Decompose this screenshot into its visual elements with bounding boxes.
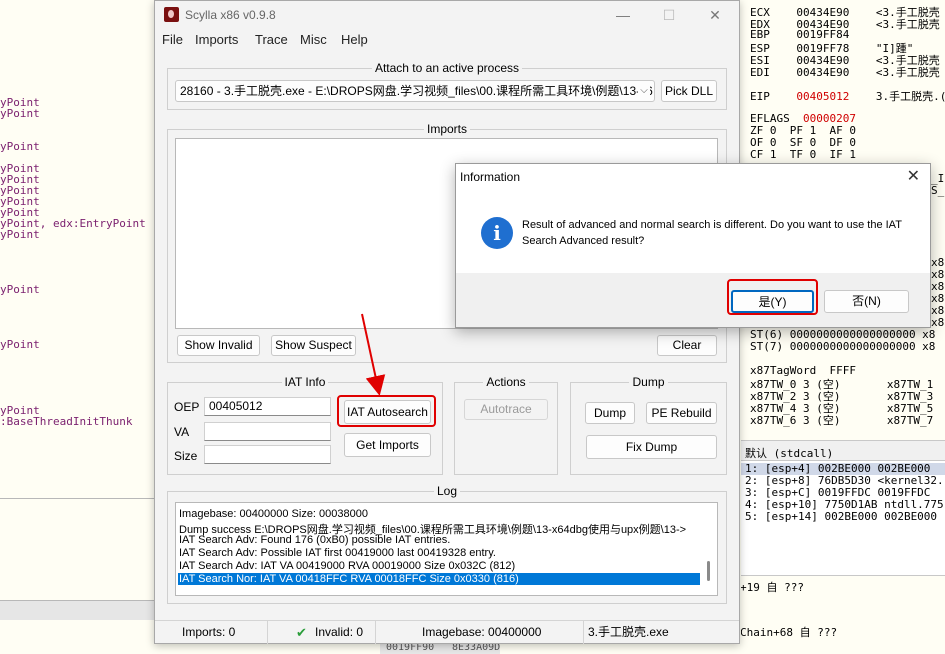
size-label: Size (174, 449, 198, 463)
clear-button[interactable]: Clear (657, 335, 717, 356)
close-button[interactable]: ✕ (695, 5, 735, 25)
minimize-button[interactable]: — (603, 5, 643, 25)
status-invalid-count: Invalid: 0 (315, 625, 364, 639)
log-entry-selected[interactable]: IAT Search Nor: IAT VA 00418FFC RVA 0001… (178, 573, 700, 585)
chevron-down-icon: ⌵ (638, 81, 650, 101)
dialog-title: Information (460, 170, 521, 184)
panel-tabstrip (0, 600, 155, 620)
dialog-message: Result of advanced and normal search is … (522, 219, 902, 247)
actions-group: Actions (454, 375, 558, 475)
process-dropdown[interactable]: 28160 - 3.手工脱壳.exe - E:\DROPS网盘.学习视频_fil… (175, 80, 655, 102)
disasm-line: yPoint (0, 283, 40, 296)
background-disassembly-panel: yPoint yPoint yPoint yPoint yPoint yPoin… (0, 0, 155, 654)
title-bar[interactable]: Scylla x86 v0.9.8 — ☐ ✕ (155, 1, 739, 29)
information-dialog: Information ✕ i Result of advanced and n… (455, 163, 931, 328)
status-invalid: ✔ Invalid: 0 (268, 621, 376, 644)
stack-row[interactable]: 5: [esp+14] 002BE000 002BE000 (745, 510, 937, 523)
va-input[interactable] (204, 422, 331, 441)
disasm-line: :BaseThreadInitThunk (0, 415, 133, 428)
calling-convention-label: 默认 (stdcall) (745, 447, 834, 460)
log-entry[interactable]: Imagebase: 00400000 Size: 00038000 (179, 508, 368, 520)
actions-label: Actions (483, 375, 529, 389)
info-icon: i (481, 217, 513, 249)
imports-label: Imports (423, 122, 470, 136)
reference-line: +19 自 ??? (741, 581, 804, 594)
register-row-eip: EIP 00405012 3.手工脱壳.( (750, 90, 945, 103)
attach-process-label: Attach to an active process (371, 61, 523, 75)
selected-process: 28160 - 3.手工脱壳.exe - E:\DROPS网盘.学习视频_fil… (180, 84, 653, 98)
stack-calling-convention-header[interactable]: 默认 (stdcall) (741, 440, 945, 460)
get-imports-button[interactable]: Get Imports (344, 433, 431, 457)
log-listbox[interactable]: Imagebase: 00400000 Size: 00038000 Dump … (175, 502, 718, 596)
disasm-line: yPoint (0, 107, 40, 120)
annotation-highlight-iat-autosearch (337, 395, 436, 427)
menu-file[interactable]: File (162, 32, 183, 47)
show-invalid-button[interactable]: Show Invalid (177, 335, 260, 356)
disasm-line: yPoint (0, 338, 40, 351)
status-bar: Imports: 0 ✔ Invalid: 0 Imagebase: 00400… (155, 620, 739, 644)
panel-divider (0, 498, 155, 502)
oep-label: OEP (174, 400, 200, 414)
disasm-line: yPoint (0, 228, 40, 241)
menu-imports[interactable]: Imports (195, 32, 238, 47)
menu-help[interactable]: Help (341, 32, 368, 47)
scrollbar-thumb[interactable] (707, 561, 710, 581)
log-label: Log (433, 484, 461, 498)
fix-dump-button[interactable]: Fix Dump (586, 435, 717, 459)
status-imports-count: Imports: 0 (155, 621, 268, 644)
dump-group-label: Dump (629, 375, 668, 389)
dialog-button-bar: 是(Y) 否(N) (456, 273, 930, 327)
menu-trace[interactable]: Trace (255, 32, 288, 47)
menu-misc[interactable]: Misc (300, 32, 327, 47)
window-title: Scylla x86 v0.9.8 (185, 8, 276, 22)
log-entry[interactable]: IAT Search Adv: Possible IAT first 00419… (179, 547, 496, 559)
log-scrollbar[interactable] (703, 505, 715, 593)
register-row: EDI 00434E90 <3.手工脱壳 (750, 66, 940, 79)
maximize-button[interactable]: ☐ (649, 5, 689, 25)
background-bottom-panel: +19 自 ??? Chain+68 自 ??? (741, 575, 945, 654)
fpu-row: ST(7) 0000000000000000000 x8 (750, 340, 936, 353)
dump-button[interactable]: Dump (585, 402, 635, 424)
menu-bar: File Imports Trace Misc Help (155, 29, 739, 51)
autotrace-button[interactable]: Autotrace (464, 399, 548, 420)
register-fragment: S_B (931, 184, 945, 197)
dialog-close-icon[interactable]: ✕ (907, 166, 920, 186)
pick-dll-button[interactable]: Pick DLL (661, 80, 717, 102)
tagword-row: x87TW_6 3 (空) x87TW_7 (750, 414, 934, 427)
no-button[interactable]: 否(N) (824, 290, 909, 313)
pe-rebuild-button[interactable]: PE Rebuild (646, 402, 717, 424)
va-label: VA (174, 425, 190, 439)
disasm-line: yPoint (0, 140, 40, 153)
size-input[interactable] (204, 445, 331, 464)
oep-input[interactable]: 00405012 (204, 397, 331, 416)
show-suspect-button[interactable]: Show Suspect (271, 335, 356, 356)
status-imagebase: Imagebase: 00400000 (376, 621, 584, 644)
annotation-highlight-yes-button (727, 279, 818, 315)
stack-arguments-panel: 1: [esp+4] 002BE000 002BE000 2: [esp+8] … (741, 460, 945, 575)
iat-info-label: IAT Info (281, 375, 329, 389)
check-icon: ✔ (296, 625, 307, 640)
log-entry[interactable]: IAT Search Adv: IAT VA 00419000 RVA 0001… (179, 560, 515, 572)
scylla-app-icon (164, 7, 179, 22)
log-entry[interactable]: IAT Search Adv: Found 176 (0xB0) possibl… (179, 534, 450, 546)
dump-group: Dump (570, 375, 727, 475)
reference-line: Chain+68 自 ??? (741, 626, 838, 639)
status-module: 3.手工脱壳.exe (588, 625, 669, 639)
flags-row: CF 1 TF 0 IF 1 (750, 148, 856, 161)
